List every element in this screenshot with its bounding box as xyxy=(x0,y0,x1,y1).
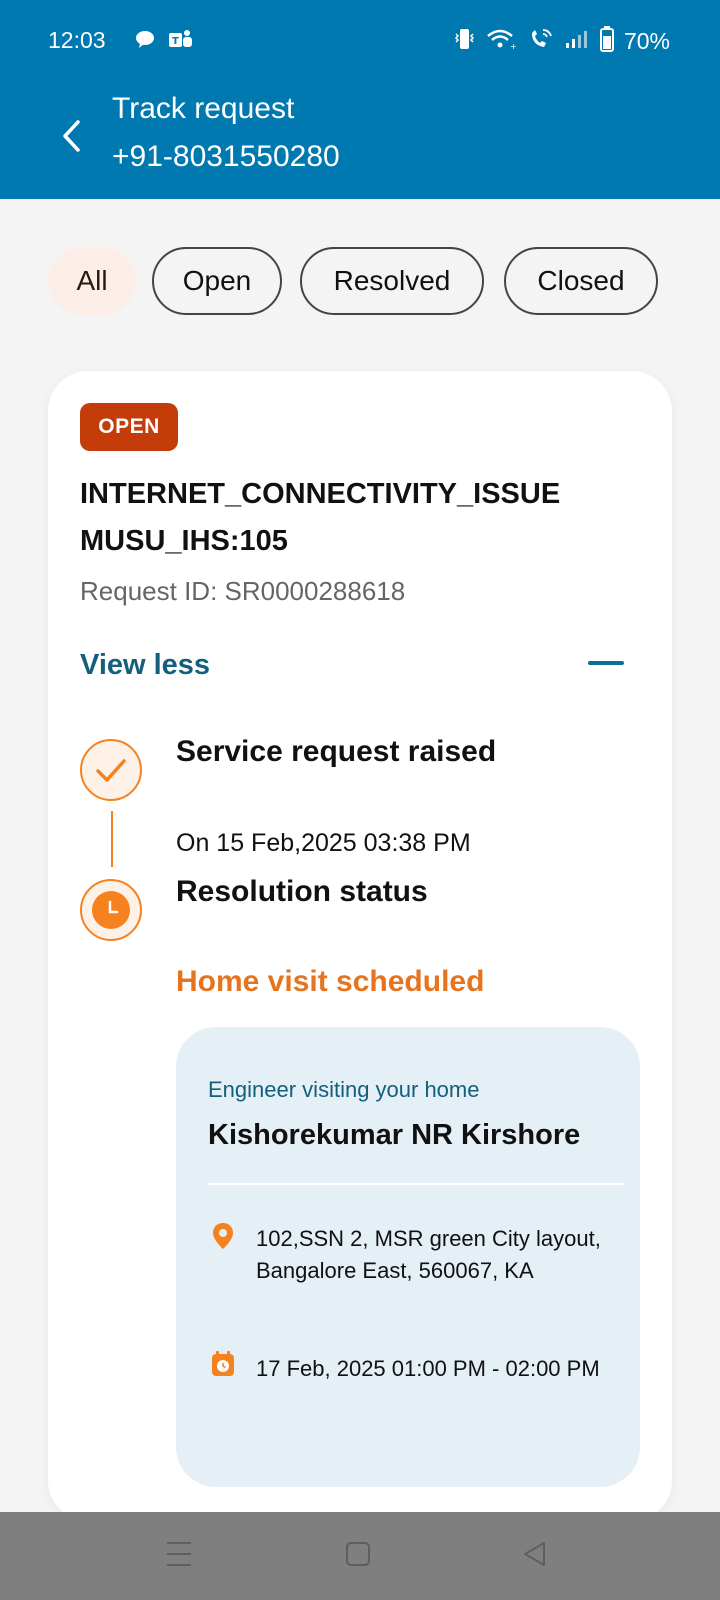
svg-text:+: + xyxy=(510,42,517,51)
clock-circle-icon xyxy=(80,879,142,941)
resolution-status: Home visit scheduled xyxy=(176,965,485,998)
filter-chip-open[interactable]: Open xyxy=(152,247,282,315)
vibrate-icon xyxy=(452,27,476,56)
wifi-call-icon xyxy=(528,27,554,56)
page-subtitle: +91-8031550280 xyxy=(112,140,340,173)
calendar-clock-icon xyxy=(210,1349,236,1379)
divider xyxy=(208,1183,624,1185)
square-icon xyxy=(346,1542,370,1566)
menu-lines-icon xyxy=(167,1542,191,1566)
app-header: 12:03 T + 70% Track request +91-80315502… xyxy=(0,0,720,199)
timeline-step2-title: Resolution status xyxy=(176,875,428,908)
chat-bubble-icon xyxy=(134,28,156,57)
back-nav-button[interactable] xyxy=(522,1540,548,1573)
svg-text:T: T xyxy=(172,36,179,47)
engineer-name: Kishorekumar NR Kirshore xyxy=(208,1119,581,1151)
engineer-visit-box: Engineer visiting your home Kishorekumar… xyxy=(176,1027,640,1487)
battery-icon xyxy=(599,26,614,57)
timeline-step1-date: On 15 Feb,2025 03:38 PM xyxy=(176,829,471,857)
engineer-caption: Engineer visiting your home xyxy=(208,1077,480,1102)
issue-title-line2: MUSU_IHS:105 xyxy=(80,525,288,557)
view-less-toggle[interactable]: View less xyxy=(80,649,210,682)
request-card: OPEN INTERNET_CONNECTIVITY_ISSUE MUSU_IH… xyxy=(48,371,672,1521)
wifi-icon: + xyxy=(486,27,518,56)
status-badge: OPEN xyxy=(80,403,178,451)
signal-icon xyxy=(564,27,590,56)
system-nav-bar xyxy=(0,1512,720,1600)
notification-icons: T xyxy=(134,28,194,57)
collapse-minus-icon[interactable] xyxy=(588,661,624,665)
status-bar: 12:03 T + 70% xyxy=(0,0,720,84)
timeline-step1-title: Service request raised xyxy=(176,735,497,768)
filter-chip-closed[interactable]: Closed xyxy=(504,247,658,315)
back-button[interactable] xyxy=(56,114,90,158)
location-pin-icon xyxy=(210,1221,236,1251)
visit-time-slot: 17 Feb, 2025 01:00 PM - 02:00 PM xyxy=(256,1356,600,1381)
issue-title: INTERNET_CONNECTIVITY_ISSUE MUSU_IHS:105 xyxy=(80,471,660,565)
page-title: Track request xyxy=(112,92,295,125)
status-time: 12:03 xyxy=(48,27,106,53)
request-id: Request ID: SR0000288618 xyxy=(80,576,406,606)
system-status-icons: + 70% xyxy=(452,26,670,57)
recent-apps-button[interactable] xyxy=(166,1540,192,1573)
engineer-address: 102,SSN 2, MSR green City layout, Bangal… xyxy=(256,1226,601,1283)
home-button[interactable] xyxy=(345,1540,371,1573)
filter-chip-resolved[interactable]: Resolved xyxy=(300,247,484,315)
chevron-left-icon xyxy=(63,120,80,152)
triangle-back-icon xyxy=(524,1542,545,1566)
check-circle-icon xyxy=(80,739,142,801)
teams-icon: T xyxy=(168,28,194,57)
battery-percent: 70% xyxy=(623,28,670,54)
timeline-connector xyxy=(111,811,113,867)
issue-title-line1: INTERNET_CONNECTIVITY_ISSUE xyxy=(80,478,561,510)
filter-chip-all[interactable]: All xyxy=(48,247,136,315)
